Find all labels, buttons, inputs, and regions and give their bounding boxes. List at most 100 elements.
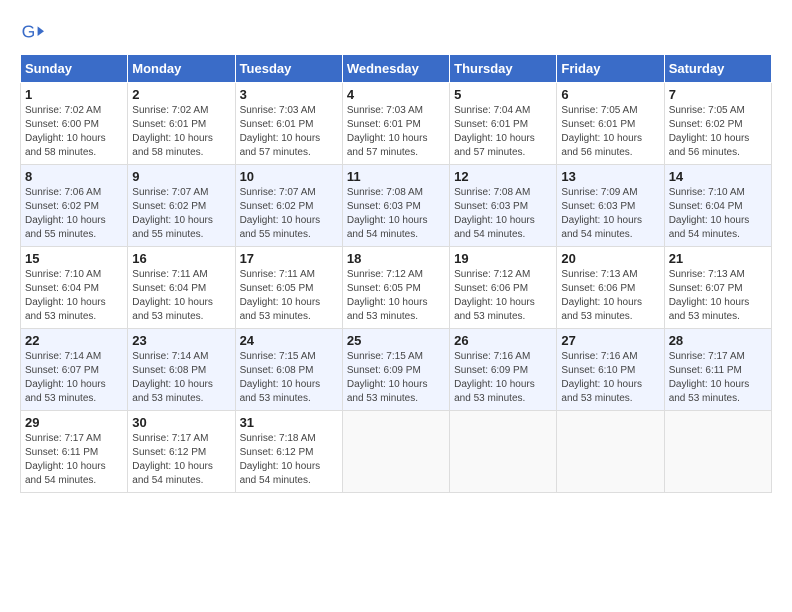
logo: G	[20, 20, 48, 44]
day-info: Sunrise: 7:15 AM Sunset: 6:08 PM Dayligh…	[240, 350, 338, 406]
calendar-week-2: 8 Sunrise: 7:06 AM Sunset: 6:02 PM Dayli…	[21, 165, 772, 247]
calendar-cell: 11 Sunrise: 7:08 AM Sunset: 6:03 PM Dayl…	[342, 165, 449, 247]
calendar-cell: 5 Sunrise: 7:04 AM Sunset: 6:01 PM Dayli…	[450, 83, 557, 165]
day-number: 30	[132, 415, 230, 430]
calendar-cell	[342, 411, 449, 493]
day-info: Sunrise: 7:16 AM Sunset: 6:09 PM Dayligh…	[454, 350, 552, 406]
day-info: Sunrise: 7:13 AM Sunset: 6:06 PM Dayligh…	[561, 268, 659, 324]
day-info: Sunrise: 7:03 AM Sunset: 6:01 PM Dayligh…	[240, 104, 338, 160]
day-info: Sunrise: 7:03 AM Sunset: 6:01 PM Dayligh…	[347, 104, 445, 160]
calendar-cell: 6 Sunrise: 7:05 AM Sunset: 6:01 PM Dayli…	[557, 83, 664, 165]
calendar-cell: 10 Sunrise: 7:07 AM Sunset: 6:02 PM Dayl…	[235, 165, 342, 247]
calendar-cell: 26 Sunrise: 7:16 AM Sunset: 6:09 PM Dayl…	[450, 329, 557, 411]
day-info: Sunrise: 7:10 AM Sunset: 6:04 PM Dayligh…	[25, 268, 123, 324]
calendar-cell: 21 Sunrise: 7:13 AM Sunset: 6:07 PM Dayl…	[664, 247, 771, 329]
calendar-body: 1 Sunrise: 7:02 AM Sunset: 6:00 PM Dayli…	[21, 83, 772, 493]
day-info: Sunrise: 7:17 AM Sunset: 6:12 PM Dayligh…	[132, 432, 230, 488]
calendar-cell: 22 Sunrise: 7:14 AM Sunset: 6:07 PM Dayl…	[21, 329, 128, 411]
day-number: 16	[132, 251, 230, 266]
calendar-cell: 19 Sunrise: 7:12 AM Sunset: 6:06 PM Dayl…	[450, 247, 557, 329]
calendar-cell: 27 Sunrise: 7:16 AM Sunset: 6:10 PM Dayl…	[557, 329, 664, 411]
day-info: Sunrise: 7:06 AM Sunset: 6:02 PM Dayligh…	[25, 186, 123, 242]
calendar-cell: 14 Sunrise: 7:10 AM Sunset: 6:04 PM Dayl…	[664, 165, 771, 247]
weekday-header-sunday: Sunday	[21, 55, 128, 83]
calendar-cell	[450, 411, 557, 493]
day-info: Sunrise: 7:07 AM Sunset: 6:02 PM Dayligh…	[132, 186, 230, 242]
day-number: 27	[561, 333, 659, 348]
day-number: 17	[240, 251, 338, 266]
day-info: Sunrise: 7:17 AM Sunset: 6:11 PM Dayligh…	[25, 432, 123, 488]
svg-text:G: G	[22, 22, 36, 42]
day-number: 31	[240, 415, 338, 430]
day-info: Sunrise: 7:08 AM Sunset: 6:03 PM Dayligh…	[454, 186, 552, 242]
calendar-cell: 9 Sunrise: 7:07 AM Sunset: 6:02 PM Dayli…	[128, 165, 235, 247]
calendar-cell: 17 Sunrise: 7:11 AM Sunset: 6:05 PM Dayl…	[235, 247, 342, 329]
day-info: Sunrise: 7:02 AM Sunset: 6:01 PM Dayligh…	[132, 104, 230, 160]
day-number: 28	[669, 333, 767, 348]
calendar-cell: 23 Sunrise: 7:14 AM Sunset: 6:08 PM Dayl…	[128, 329, 235, 411]
day-number: 9	[132, 169, 230, 184]
calendar-week-5: 29 Sunrise: 7:17 AM Sunset: 6:11 PM Dayl…	[21, 411, 772, 493]
day-info: Sunrise: 7:05 AM Sunset: 6:02 PM Dayligh…	[669, 104, 767, 160]
weekday-header-friday: Friday	[557, 55, 664, 83]
weekday-header-saturday: Saturday	[664, 55, 771, 83]
logo-icon: G	[20, 20, 44, 44]
calendar-cell: 7 Sunrise: 7:05 AM Sunset: 6:02 PM Dayli…	[664, 83, 771, 165]
calendar-cell: 25 Sunrise: 7:15 AM Sunset: 6:09 PM Dayl…	[342, 329, 449, 411]
calendar-cell: 31 Sunrise: 7:18 AM Sunset: 6:12 PM Dayl…	[235, 411, 342, 493]
day-info: Sunrise: 7:14 AM Sunset: 6:07 PM Dayligh…	[25, 350, 123, 406]
day-number: 6	[561, 87, 659, 102]
day-number: 4	[347, 87, 445, 102]
day-number: 20	[561, 251, 659, 266]
calendar-cell: 30 Sunrise: 7:17 AM Sunset: 6:12 PM Dayl…	[128, 411, 235, 493]
day-number: 10	[240, 169, 338, 184]
day-number: 14	[669, 169, 767, 184]
day-info: Sunrise: 7:12 AM Sunset: 6:05 PM Dayligh…	[347, 268, 445, 324]
day-info: Sunrise: 7:18 AM Sunset: 6:12 PM Dayligh…	[240, 432, 338, 488]
calendar: SundayMondayTuesdayWednesdayThursdayFrid…	[20, 54, 772, 493]
day-number: 26	[454, 333, 552, 348]
day-number: 19	[454, 251, 552, 266]
day-number: 29	[25, 415, 123, 430]
calendar-cell: 8 Sunrise: 7:06 AM Sunset: 6:02 PM Dayli…	[21, 165, 128, 247]
day-info: Sunrise: 7:11 AM Sunset: 6:04 PM Dayligh…	[132, 268, 230, 324]
calendar-cell: 28 Sunrise: 7:17 AM Sunset: 6:11 PM Dayl…	[664, 329, 771, 411]
day-number: 2	[132, 87, 230, 102]
day-number: 1	[25, 87, 123, 102]
calendar-cell: 16 Sunrise: 7:11 AM Sunset: 6:04 PM Dayl…	[128, 247, 235, 329]
day-info: Sunrise: 7:13 AM Sunset: 6:07 PM Dayligh…	[669, 268, 767, 324]
calendar-week-3: 15 Sunrise: 7:10 AM Sunset: 6:04 PM Dayl…	[21, 247, 772, 329]
day-number: 21	[669, 251, 767, 266]
day-info: Sunrise: 7:09 AM Sunset: 6:03 PM Dayligh…	[561, 186, 659, 242]
weekday-header-tuesday: Tuesday	[235, 55, 342, 83]
day-number: 8	[25, 169, 123, 184]
calendar-cell: 13 Sunrise: 7:09 AM Sunset: 6:03 PM Dayl…	[557, 165, 664, 247]
calendar-cell: 3 Sunrise: 7:03 AM Sunset: 6:01 PM Dayli…	[235, 83, 342, 165]
day-info: Sunrise: 7:04 AM Sunset: 6:01 PM Dayligh…	[454, 104, 552, 160]
day-number: 7	[669, 87, 767, 102]
calendar-cell: 29 Sunrise: 7:17 AM Sunset: 6:11 PM Dayl…	[21, 411, 128, 493]
calendar-cell	[557, 411, 664, 493]
calendar-cell	[664, 411, 771, 493]
header: G	[20, 20, 772, 44]
day-number: 13	[561, 169, 659, 184]
weekday-header-monday: Monday	[128, 55, 235, 83]
weekday-header-thursday: Thursday	[450, 55, 557, 83]
calendar-cell: 24 Sunrise: 7:15 AM Sunset: 6:08 PM Dayl…	[235, 329, 342, 411]
calendar-cell: 18 Sunrise: 7:12 AM Sunset: 6:05 PM Dayl…	[342, 247, 449, 329]
calendar-cell: 4 Sunrise: 7:03 AM Sunset: 6:01 PM Dayli…	[342, 83, 449, 165]
day-number: 3	[240, 87, 338, 102]
day-number: 25	[347, 333, 445, 348]
calendar-week-4: 22 Sunrise: 7:14 AM Sunset: 6:07 PM Dayl…	[21, 329, 772, 411]
day-info: Sunrise: 7:02 AM Sunset: 6:00 PM Dayligh…	[25, 104, 123, 160]
day-number: 18	[347, 251, 445, 266]
day-info: Sunrise: 7:17 AM Sunset: 6:11 PM Dayligh…	[669, 350, 767, 406]
day-info: Sunrise: 7:08 AM Sunset: 6:03 PM Dayligh…	[347, 186, 445, 242]
day-number: 12	[454, 169, 552, 184]
day-number: 24	[240, 333, 338, 348]
calendar-cell: 20 Sunrise: 7:13 AM Sunset: 6:06 PM Dayl…	[557, 247, 664, 329]
day-info: Sunrise: 7:16 AM Sunset: 6:10 PM Dayligh…	[561, 350, 659, 406]
calendar-cell: 2 Sunrise: 7:02 AM Sunset: 6:01 PM Dayli…	[128, 83, 235, 165]
day-info: Sunrise: 7:10 AM Sunset: 6:04 PM Dayligh…	[669, 186, 767, 242]
day-info: Sunrise: 7:14 AM Sunset: 6:08 PM Dayligh…	[132, 350, 230, 406]
